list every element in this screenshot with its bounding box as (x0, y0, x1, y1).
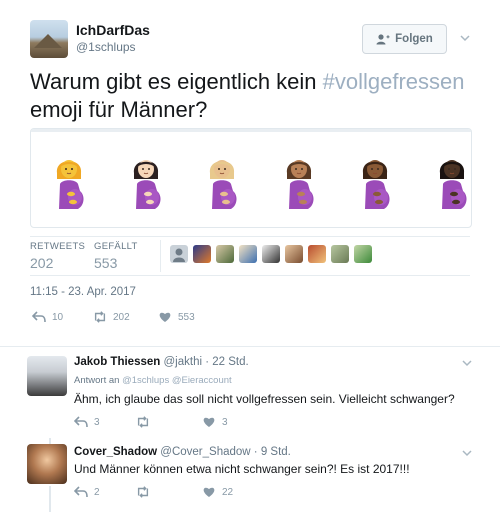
heart-icon (203, 487, 215, 497)
thread-line (49, 486, 51, 512)
liker-avatar[interactable] (170, 245, 188, 263)
liker-avatar[interactable] (239, 245, 257, 263)
tweet-timestamp[interactable]: 11:15 - 23. Apr. 2017 (30, 286, 136, 298)
pregnant-woman-emoji (357, 151, 393, 211)
reply-header: Jakob Thiessen @jakthi · 22 Std. (74, 356, 249, 368)
reply-author-handle[interactable]: @Cover_Shadow (160, 446, 250, 458)
reply-avatar[interactable] (27, 444, 67, 484)
media-top-border (31, 129, 471, 132)
liker-avatar[interactable] (354, 245, 372, 263)
pregnant-woman-emoji (204, 151, 240, 211)
default-user-icon (173, 248, 185, 262)
retweet-button[interactable]: 202 (93, 311, 130, 323)
pregnant-woman-emoji (434, 151, 470, 211)
retweet-button[interactable] (136, 486, 156, 498)
liker-avatar[interactable] (308, 245, 326, 263)
reply-avatar[interactable] (27, 356, 67, 396)
heart-icon (159, 312, 171, 322)
retweets-label: RETWEETS (30, 241, 86, 252)
reply-text: Ähm, ich glaube das soll nicht vollgefre… (74, 392, 455, 406)
retweets-stat[interactable]: RETWEETS 202 (30, 241, 85, 271)
reply-author-name[interactable]: Jakob Thiessen (74, 356, 160, 368)
follow-button[interactable]: Folgen (362, 24, 447, 54)
tweet-text: Warum gibt es eigentlich kein #vollgefre… (30, 68, 470, 124)
retweet-count: 202 (113, 311, 130, 323)
like-count: 3 (222, 416, 228, 428)
like-count: 22 (222, 486, 234, 498)
tweet-media-image[interactable] (30, 128, 472, 228)
retweet-icon (137, 486, 149, 498)
reply-author-handle[interactable]: @jakthi (164, 356, 203, 368)
divider (0, 346, 500, 347)
author-handle[interactable]: @1schlups (76, 40, 136, 54)
reply-time[interactable]: · 9 Std. (254, 446, 291, 458)
reply-time[interactable]: · 22 Std. (205, 356, 248, 368)
divider (30, 275, 470, 276)
pregnant-woman-emoji (51, 151, 87, 211)
reply-count: 3 (94, 416, 100, 428)
tweet-text-part: emoji für Männer? (30, 97, 208, 122)
reply-context: Antwort an @1schlups @Eieraccount (74, 375, 232, 386)
heart-icon (203, 417, 215, 427)
liker-avatar[interactable] (262, 245, 280, 263)
divider (30, 236, 470, 237)
tweet-text-part: Warum gibt es eigentlich kein (30, 69, 323, 94)
reply-button[interactable]: 2 (74, 486, 100, 498)
chevron-down-icon[interactable] (462, 358, 472, 368)
reply-to-prefix: Antwort an (74, 375, 120, 386)
liker-avatar[interactable] (216, 245, 234, 263)
reply-icon (32, 311, 46, 323)
hashtag-link[interactable]: #vollgefressen (323, 69, 465, 94)
chevron-down-icon[interactable] (462, 448, 472, 458)
like-count: 553 (178, 311, 195, 323)
liker-avatar[interactable] (331, 245, 349, 263)
retweet-button[interactable] (136, 416, 156, 428)
reply-count: 2 (94, 486, 100, 498)
like-button[interactable]: 553 (158, 311, 195, 323)
liker-avatar[interactable] (285, 245, 303, 263)
author-avatar[interactable] (30, 20, 68, 58)
pregnant-woman-emoji (128, 151, 164, 211)
follow-button-label: Folgen (395, 33, 433, 45)
chevron-down-icon[interactable] (460, 33, 470, 43)
like-button[interactable]: 3 (202, 416, 228, 428)
pregnant-woman-emoji (281, 151, 317, 211)
reply-header: Cover_Shadow @Cover_Shadow · 9 Std. (74, 446, 291, 458)
reply-icon (74, 486, 88, 498)
retweet-icon (94, 311, 106, 323)
like-button[interactable]: 22 (202, 486, 233, 498)
likes-stat[interactable]: GEFÄLLT 553 (94, 241, 138, 271)
reply-count: 10 (52, 311, 64, 323)
reply-icon (74, 416, 88, 428)
liker-avatar[interactable] (193, 245, 211, 263)
divider (160, 240, 161, 272)
author-display-name[interactable]: IchDarfDas (76, 22, 150, 38)
retweets-count: 202 (30, 255, 54, 271)
reply-text: Und Männer können etwa nicht schwanger s… (74, 462, 410, 476)
reply-button[interactable]: 3 (74, 416, 100, 428)
retweet-icon (137, 416, 149, 428)
likes-count: 553 (94, 255, 118, 271)
add-user-icon (376, 33, 390, 44)
reply-author-name[interactable]: Cover_Shadow (74, 446, 157, 458)
reply-button[interactable]: 10 (32, 311, 63, 323)
reply-to-links[interactable]: @1schlups @Eieraccount (122, 375, 232, 386)
likes-label: GEFÄLLT (94, 241, 138, 252)
